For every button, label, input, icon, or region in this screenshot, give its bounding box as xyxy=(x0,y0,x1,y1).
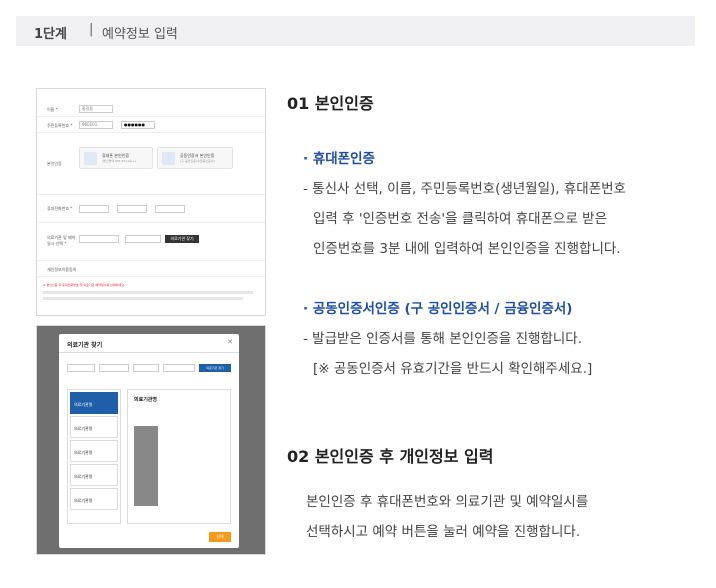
phone-icon xyxy=(84,152,97,165)
thumb-phone-label: 휴대전화번호 * xyxy=(47,206,73,211)
step-title: 예약정보 입력 xyxy=(102,27,178,42)
section-2-desc-1: 본인인증 후 휴대폰번호와 의료기관 및 예약일시를 xyxy=(306,494,589,510)
thumb-rrn-field: 960101 xyxy=(79,121,113,129)
thumb-org-button: 의료기관 찾기 xyxy=(165,235,199,243)
mobile-auth-desc-3: 인증번호를 3분 내에 입력하여 본인인증을 진행합니다. xyxy=(313,241,621,257)
thumb-filter-3 xyxy=(133,364,159,372)
cert-auth-desc-2: [※ 공동인증서 유효기간을 반드시 확인해주세요.] xyxy=(313,361,593,377)
thumb-filter-1 xyxy=(67,364,95,372)
step-header: 1단계 | 예약정보 입력 xyxy=(16,16,695,46)
thumb-cert-card: 공동인증서 본인인증 (구 공인인증서/금융인증서) xyxy=(157,147,233,169)
thumb-name-label: 이름 * xyxy=(47,107,58,112)
thumb-detail-panel: 의료기관명 xyxy=(127,389,231,524)
mobile-auth-desc-1: - 통신사 선택, 이름, 주민등록번호(생년월일), 휴대폰번호 xyxy=(303,181,626,197)
form-screenshot: 이름 * 홍길동 주민등록번호 * 960101 ●●●●●● 본인인증 휴대폰… xyxy=(36,88,266,316)
thumb-filter-4 xyxy=(163,364,195,372)
thumb-detail-image xyxy=(134,426,158,506)
thumb-result-item: 의료기관명 xyxy=(70,392,118,414)
thumb-note-line-1 xyxy=(43,291,253,294)
thumb-result-item-label: 의료기관명 xyxy=(74,402,93,407)
thumb-name-row: 이름 * 홍길동 xyxy=(37,101,265,117)
thumb-detail-title: 의료기관명 xyxy=(134,397,158,403)
thumb-result-item: 의료기관명 xyxy=(70,440,118,462)
thumb-rrn-row: 주민등록번호 * 960101 ●●●●●● xyxy=(37,117,265,133)
close-icon: ✕ xyxy=(227,338,233,346)
thumb-org-label: 의료기관 및 예약일시 선택 * xyxy=(47,235,76,246)
thumb-privacy-label: 개인정보이용동의 xyxy=(47,267,77,272)
thumb-rrn-label: 주민등록번호 * xyxy=(47,123,73,128)
thumb-rrn-masked: ●●●●●● xyxy=(121,121,155,129)
thumb-name-field: 홍길동 xyxy=(79,105,113,113)
thumb-result-item: 의료기관명 xyxy=(70,416,118,438)
thumb-mobile-card-sub: (본인명의 SKT,KT,LGU+) xyxy=(102,159,136,163)
cert-auth-title: · 공동인증서인증 (구 공인인증서 / 금융인증서) xyxy=(303,301,573,317)
thumb-result-item-label: 의료기관명 xyxy=(74,474,93,479)
thumb-auth-label: 본인인증 xyxy=(47,161,62,166)
thumb-phone-field-2 xyxy=(117,205,147,213)
mobile-auth-title: · 휴대폰인증 xyxy=(303,151,375,167)
certificate-icon xyxy=(162,152,175,165)
section-1-heading: 01 본인인증 xyxy=(287,94,374,113)
step-separator: | xyxy=(89,22,94,37)
thumb-org-date xyxy=(79,235,119,243)
thumb-org-time xyxy=(125,235,161,243)
thumb-org-row: 의료기관 및 예약일시 선택 * 의료기관 찾기 xyxy=(37,223,265,261)
thumb-filter-2 xyxy=(99,364,129,372)
thumb-modal: 의료기관 찾기 ✕ 의료기관 찾기 의료기관명 의료기관명 의료기관명 의료기관… xyxy=(59,334,239,548)
section-2-heading: 02 본인인증 후 개인정보 입력 xyxy=(287,447,494,466)
thumb-phone-row: 휴대전화번호 * xyxy=(37,195,265,223)
thumb-result-item-label: 의료기관명 xyxy=(74,450,93,455)
thumb-result-item-label: 의료기관명 xyxy=(74,426,93,431)
thumb-privacy-row: 개인정보이용동의 xyxy=(37,261,265,277)
thumb-cert-card-sub: (구 공인인증서/금융인증서) xyxy=(180,159,215,163)
mobile-auth-desc-2: 입력 후 '인증번호 전송'을 클릭하여 휴대폰으로 받은 xyxy=(313,211,607,227)
thumb-notice: ※ 본인인증 후 휴대전화번호 및 의료기관 예약일시를 선택하세요. xyxy=(43,283,125,287)
thumb-modal-title: 의료기관 찾기 xyxy=(67,342,103,349)
thumb-result-item: 의료기관명 xyxy=(70,464,118,486)
cert-auth-desc-1: - 발급받은 인증서를 통해 본인인증을 진행합니다. xyxy=(303,331,583,347)
thumb-search-button: 의료기관 찾기 xyxy=(199,364,231,372)
section-2-desc-2: 선택하시고 예약 버튼을 눌러 예약을 진행합니다. xyxy=(306,524,581,540)
thumb-phone-field-3 xyxy=(155,205,185,213)
thumb-phone-field-1 xyxy=(79,205,109,213)
thumb-modal-divider xyxy=(59,352,239,353)
thumb-result-item-label: 의료기관명 xyxy=(74,498,93,503)
step-number: 1단계 xyxy=(34,27,67,42)
thumb-result-list: 의료기관명 의료기관명 의료기관명 의료기관명 의료기관명 xyxy=(67,389,121,524)
thumb-note-line-2 xyxy=(43,297,243,300)
thumb-auth-row: 본인인증 휴대폰 본인인증 (본인명의 SKT,KT,LGU+) 공동인증서 본… xyxy=(37,133,265,195)
thumb-confirm-button: 선택 xyxy=(209,532,231,542)
modal-screenshot: 의료기관 찾기 ✕ 의료기관 찾기 의료기관명 의료기관명 의료기관명 의료기관… xyxy=(36,325,266,555)
thumb-mobile-card: 휴대폰 본인인증 (본인명의 SKT,KT,LGU+) xyxy=(79,147,153,169)
thumb-result-item: 의료기관명 xyxy=(70,488,118,510)
